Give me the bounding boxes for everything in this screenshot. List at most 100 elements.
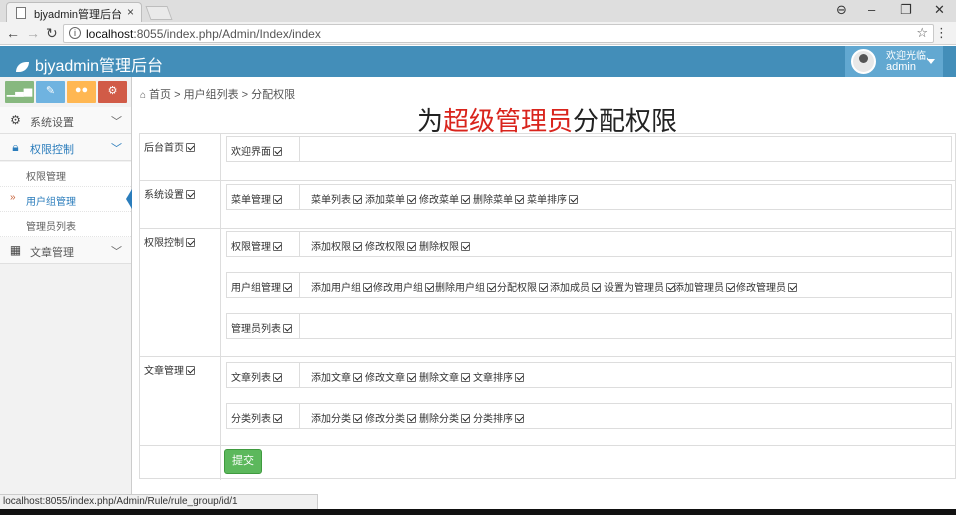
taskbar [0,509,956,515]
permission-item[interactable]: 删除权限 [419,238,470,253]
pencil-icon: ✎ [45,85,56,97]
checkbox[interactable] [186,143,195,152]
url-text: localhost:8055/index.php/Admin/Index/ind… [86,27,321,41]
permission-group: 系统设置 菜单管理 菜单列表 添加菜单 修改菜单 删除菜单 菜单排序 [140,181,955,229]
permission-item[interactable]: 修改权限 [365,238,416,253]
breadcrumb-current: 分配权限 [251,89,296,101]
permission-item[interactable]: 菜单排序 [527,191,578,206]
permission-item[interactable]: 添加权限 [311,238,362,253]
permission-item[interactable]: 删除文章 [419,369,470,384]
angle-right-icon: » [10,192,16,203]
home-icon: ⌂ [140,90,147,101]
breadcrumb-home-link[interactable]: 首页 [149,89,171,101]
permission-item[interactable]: 菜单列表 [311,191,362,206]
permission-item[interactable]: 删除菜单 [473,191,524,206]
permission-item[interactable]: 添加文章 [311,369,362,384]
permission-row: 文章列表 添加文章 修改文章 删除文章 文章排序 [226,362,952,388]
avatar [851,49,876,74]
permission-item[interactable]: 分类排序 [473,410,524,425]
breadcrumb: ⌂ 首页 > 用户组列表 > 分配权限 [140,89,296,101]
user-menu[interactable]: 欢迎光临, admin [845,46,943,77]
sidebar-subitem-label: 权限管理 [26,172,66,183]
info-icon[interactable]: i [69,27,81,39]
browser-menu-icon[interactable]: ⋮ [935,25,948,41]
permission-item[interactable]: 文章排序 [473,369,524,384]
permission-row: 欢迎界面 [226,136,952,162]
back-icon[interactable]: ← [6,25,20,41]
permission-item[interactable]: 删除用户组 [435,279,496,294]
welcome-text: 欢迎光临, admin [886,51,929,73]
permission-item[interactable]: 修改菜单 [419,191,470,206]
grid-icon: ▦ [9,243,22,257]
group-name: 超级管理员 [442,106,573,136]
permission-row: 菜单管理 菜单列表 添加菜单 修改菜单 删除菜单 菜单排序 [226,184,952,210]
maximize-icon[interactable]: ❐ [900,2,912,18]
lock-icon: 🔒︎ [12,140,19,154]
shortcut-settings-button[interactable]: ⚙ [98,81,127,103]
sidebar-subitem-admins[interactable]: 管理员列表 [0,212,131,237]
permission-item[interactable]: 添加用户组 [311,279,372,294]
bookmark-star-icon[interactable]: ☆ [916,25,928,41]
permission-item[interactable]: 修改管理员 [736,279,797,294]
permission-item[interactable]: 添加成员 [550,279,601,294]
sidebar-subitem-label: 用户组管理 [26,197,76,208]
minimize-icon[interactable]: – [868,2,875,17]
chevron-down-icon: ﹀ [111,143,122,155]
forward-icon[interactable]: → [26,25,40,41]
permission-row: 分类列表 添加分类 修改分类 删除分类 分类排序 [226,403,952,429]
checkbox[interactable] [273,147,282,156]
checkbox[interactable] [186,190,195,199]
permission-item[interactable]: 修改文章 [365,369,416,384]
leaf-icon [16,61,29,72]
permission-item[interactable]: 修改分类 [365,410,416,425]
sidebar-item-articles[interactable]: ▦ 文章管理 ﹀ [0,237,131,264]
shortcut-chart-button[interactable]: ▁▃▅ [5,81,34,103]
group-label[interactable]: 系统设置 [144,186,195,201]
shortcut-users-button[interactable]: ●● [67,81,96,103]
tab-close-icon[interactable]: × [127,5,134,19]
permission-item[interactable]: 添加分类 [311,410,362,425]
shortcut-edit-button[interactable]: ✎ [36,81,65,103]
group-label[interactable]: 后台首页 [144,139,195,154]
new-tab-button[interactable] [145,6,173,20]
profile-icon[interactable]: ⊖ [836,2,847,18]
permission-group: 权限控制 权限管理 添加权限 修改权限 删除权限 用户组管理 添加用户组 修改用… [140,229,955,357]
permission-item[interactable]: 修改用户组 [373,279,434,294]
permission-item[interactable]: 设置为管理员 [604,279,675,294]
permission-table: 后台首页 欢迎界面 系统设置 菜单管理 菜单列表 添加菜单 修改菜单 删除菜单 … [139,133,956,480]
window-close-icon[interactable]: ✕ [934,2,945,18]
status-bar: localhost:8055/index.php/Admin/Rule/rule… [0,494,318,509]
browser-tab[interactable]: bjyadmin管理后台 × [6,2,142,22]
permission-row: 权限管理 添加权限 修改权限 删除权限 [226,231,952,257]
chevron-down-icon: ﹀ [111,246,122,258]
username: admin [886,61,916,73]
checkbox[interactable] [273,195,282,204]
submit-button[interactable]: 提交 [224,449,262,474]
caret-down-icon [927,59,935,64]
sidebar-subitem-user-groups[interactable]: » 用户组管理 [0,187,132,212]
signal-icon: ▁▃▅ [6,85,33,97]
sidebar-subitem-permissions[interactable]: 权限管理 [0,162,131,187]
permission-group: 后台首页 欢迎界面 [140,134,955,181]
sidebar: ▁▃▅ ✎ ●● ⚙ ⚙ 系统设置 ﹀ 🔒︎ 权限控制 ﹀ 权限管理 » 用户组… [0,77,132,497]
sidebar-item-access-control[interactable]: 🔒︎ 权限控制 ﹀ [0,134,131,161]
reload-icon[interactable]: ↻ [46,25,58,42]
tab-title: bjyadmin管理后台 [34,9,123,21]
breadcrumb-group-list-link[interactable]: 用户组列表 [184,89,239,101]
brand[interactable]: bjyadmin管理后台 [16,52,163,76]
sidebar-item-label: 权限控制 [30,144,74,156]
group-label[interactable]: 文章管理 [144,362,195,377]
permission-row: 用户组管理 添加用户组 修改用户组 删除用户组 分配权限 添加成员 设置为管理员… [226,272,952,298]
active-indicator [126,189,132,209]
checkbox[interactable] [186,238,195,247]
app-header: bjyadmin管理后台 [0,46,956,77]
checkbox[interactable] [186,366,195,375]
permission-item[interactable]: 删除分类 [419,410,470,425]
permission-row: 管理员列表 [226,313,952,339]
permission-item[interactable]: 添加菜单 [365,191,416,206]
url-input[interactable]: i localhost:8055/index.php/Admin/Index/i… [63,24,934,43]
permission-item[interactable]: 添加管理员 [674,279,735,294]
group-label[interactable]: 权限控制 [144,234,195,249]
browser-tab-bar: bjyadmin管理后台 × ⊖ – ❐ ✕ [0,0,956,22]
permission-item[interactable]: 分配权限 [497,279,548,294]
